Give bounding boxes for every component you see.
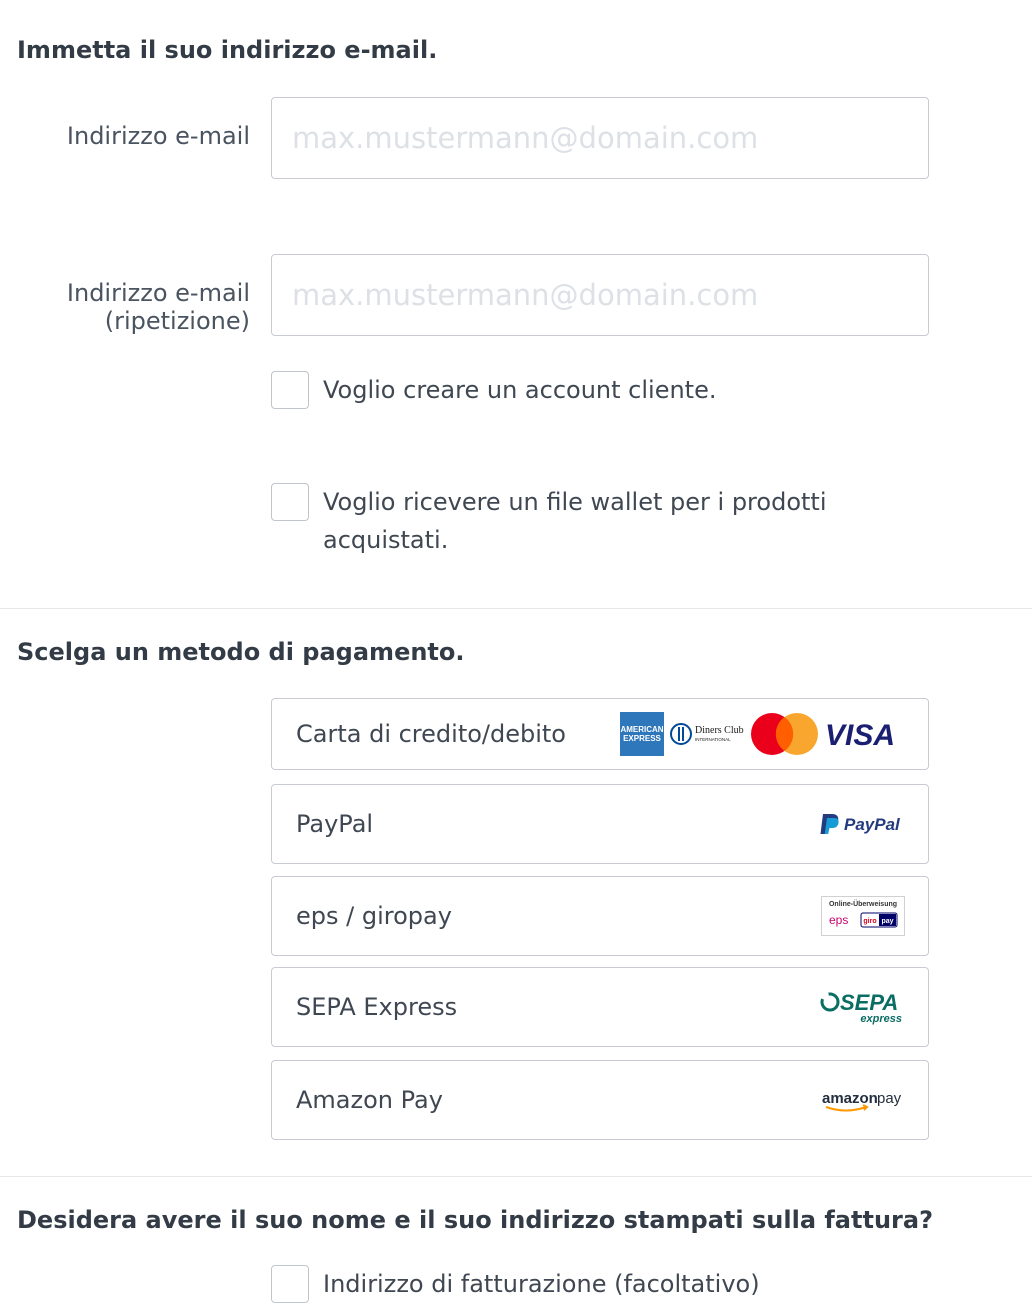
mastercard-logo [751,713,818,755]
email-repeat-input[interactable] [271,254,929,336]
create-account-option[interactable]: Voglio creare un account cliente. [271,371,871,409]
email-section-title: Immetta il suo indirizzo e-mail. [17,36,438,64]
section-divider [0,1176,1032,1177]
billing-address-label: Indirizzo di fatturazione (facoltativo) [323,1270,760,1298]
amex-text-2: EXPRESS [623,734,661,743]
payment-option-label: eps / giropay [296,902,452,930]
payment-option-eps-giropay[interactable]: eps / giropay Online-Überweisung eps gir… [271,876,929,956]
giro-text: giro [863,918,876,925]
payment-option-paypal[interactable]: PayPal PayPal [271,784,929,864]
payment-option-sepa-express[interactable]: SEPA Express SEPA express [271,967,929,1047]
wallet-file-label: Voglio ricevere un file wallet per i pro… [323,483,826,559]
email-input[interactable] [271,97,929,179]
sepa-express-logo: SEPA express [820,990,902,1025]
amazon-pay-logo: amazon pay [822,1090,902,1112]
eps-header-text: Online-Überweisung [829,899,897,908]
payment-section-title: Scelga un metodo di pagamento. [17,638,465,666]
payment-option-credit-card[interactable]: Carta di credito/debito AMERICAN EXPRESS… [271,698,929,770]
sepa-text: SEPA [840,990,898,1015]
paypal-logo: PayPal [820,814,901,834]
billing-address-option[interactable]: Indirizzo di fatturazione (facoltativo) [271,1265,871,1303]
wallet-file-label-line1: Voglio ricevere un file wallet per i pro… [323,488,827,516]
visa-logo: VISA [825,719,895,750]
sepa-express-text: express [860,1013,902,1025]
eps-text: eps [829,913,848,927]
wallet-file-option[interactable]: Voglio ricevere un file wallet per i pro… [271,483,871,559]
diners-text-1: Diners Club [695,725,744,736]
wallet-file-label-line2: acquistati. [323,526,449,554]
create-account-checkbox[interactable] [271,371,309,409]
amex-text-1: AMERICAN [620,725,663,734]
wallet-file-checkbox[interactable] [271,483,309,521]
amex-logo: AMERICAN EXPRESS [620,712,664,756]
payment-option-label: Amazon Pay [296,1086,443,1114]
payment-option-label: PayPal [296,810,374,838]
email-repeat-label: Indirizzo e-mail (ripetizione) [67,279,250,335]
create-account-label: Voglio creare un account cliente. [323,376,717,404]
diners-club-logo: Diners Club INTERNATIONAL [670,723,744,745]
visa-text: VISA [825,719,895,750]
payment-option-label: Carta di credito/debito [296,720,566,748]
email-repeat-label-line1: Indirizzo e-mail [66,279,250,307]
payment-option-label: SEPA Express [296,993,458,1021]
amazon-text: amazon [822,1090,878,1107]
pay-text: pay [881,918,893,925]
invoice-section-title: Desidera avere il suo nome e il suo indi… [17,1206,933,1234]
eps-giropay-logo: Online-Überweisung eps giro pay [821,896,905,936]
diners-text-2: INTERNATIONAL [695,737,731,742]
billing-address-checkbox[interactable] [271,1265,309,1303]
email-label: Indirizzo e-mail [66,122,250,150]
email-repeat-label-line2: (ripetizione) [104,307,250,335]
section-divider [0,608,1032,609]
amazon-pay-text: pay [877,1090,902,1107]
payment-option-amazon-pay[interactable]: Amazon Pay amazon pay [271,1060,929,1140]
paypal-text: PayPal [844,815,901,834]
